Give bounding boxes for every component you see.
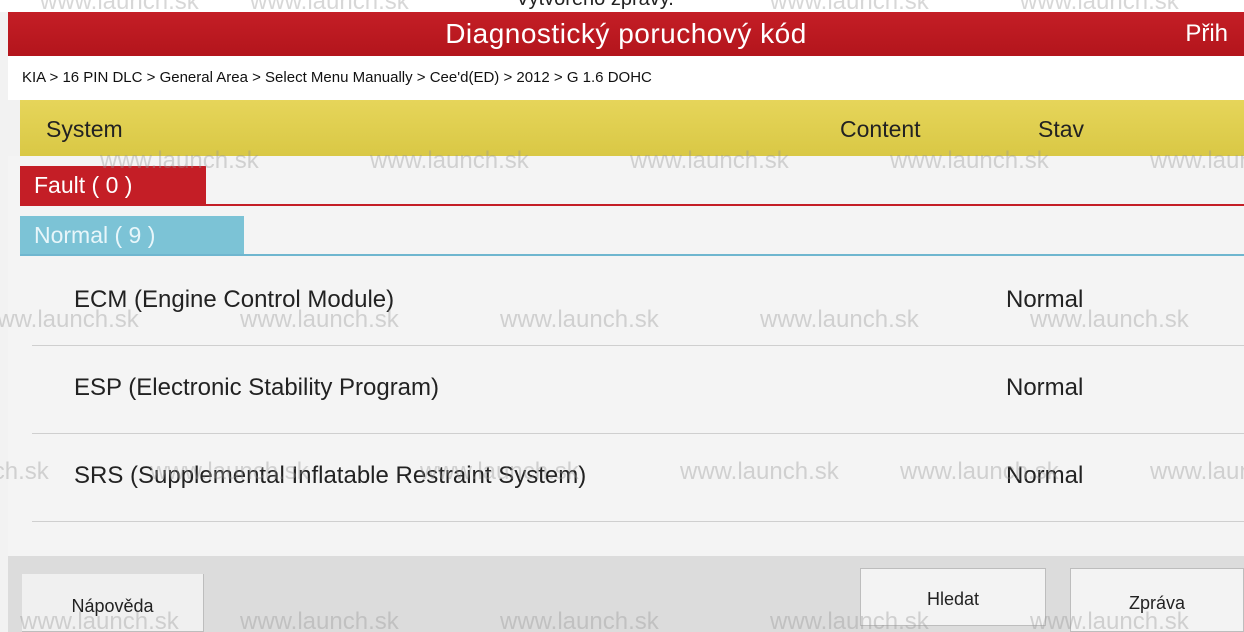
- fault-tab[interactable]: Fault ( 0 ): [20, 166, 206, 204]
- help-button-label: Nápověda: [71, 596, 154, 616]
- login-button[interactable]: Přih: [1185, 20, 1228, 48]
- help-button[interactable]: Nápověda: [22, 574, 204, 632]
- system-name: ECM (Engine Control Module): [74, 286, 395, 313]
- system-status: Normal: [1006, 374, 1084, 401]
- column-stav: Stav: [1038, 116, 1085, 142]
- top-strip: Vytvořeno zprávy.: [0, 0, 1244, 12]
- system-name: ESP (Electronic Stability Program): [74, 374, 440, 401]
- report-button-label: Zpráva: [1128, 593, 1186, 613]
- diagnostic-screen: Vytvořeno zprávy. Diagnostický poruchový…: [0, 0, 1244, 632]
- list-item[interactable]: SRS (Supplemental Inflatable Restraint S…: [32, 434, 1244, 522]
- normal-tab[interactable]: Normal ( 9 ): [20, 216, 244, 254]
- column-header: System Content Stav: [20, 100, 1244, 156]
- page-title: Diagnostický poruchový kód: [445, 18, 807, 49]
- system-name: SRS (Supplemental Inflatable Restraint S…: [74, 462, 587, 489]
- fault-section[interactable]: Fault ( 0 ): [20, 166, 1244, 206]
- system-status: Normal: [1006, 462, 1084, 489]
- results-area: Fault ( 0 ) Normal ( 9 ) ECM (Engine Con…: [8, 156, 1244, 556]
- search-button-label: Hledat: [926, 589, 980, 609]
- breadcrumb: KIA > 16 PIN DLC > General Area > Select…: [8, 56, 1244, 100]
- column-content: Content: [840, 116, 921, 142]
- normal-section[interactable]: Normal ( 9 ): [20, 216, 1244, 256]
- column-system: System: [46, 116, 123, 142]
- system-status: Normal: [1006, 286, 1084, 313]
- top-cut-text: Vytvořeno zprávy.: [516, 0, 674, 11]
- list-item[interactable]: ESP (Electronic Stability Program) Norma…: [32, 346, 1244, 434]
- bottom-toolbar: Nápověda Hledat Zpráva: [8, 556, 1244, 632]
- report-button[interactable]: Zpráva: [1070, 568, 1244, 632]
- list-item[interactable]: ECM (Engine Control Module) Normal: [32, 258, 1244, 346]
- title-bar: Diagnostický poruchový kód Přih: [8, 12, 1244, 56]
- search-button[interactable]: Hledat: [860, 568, 1046, 626]
